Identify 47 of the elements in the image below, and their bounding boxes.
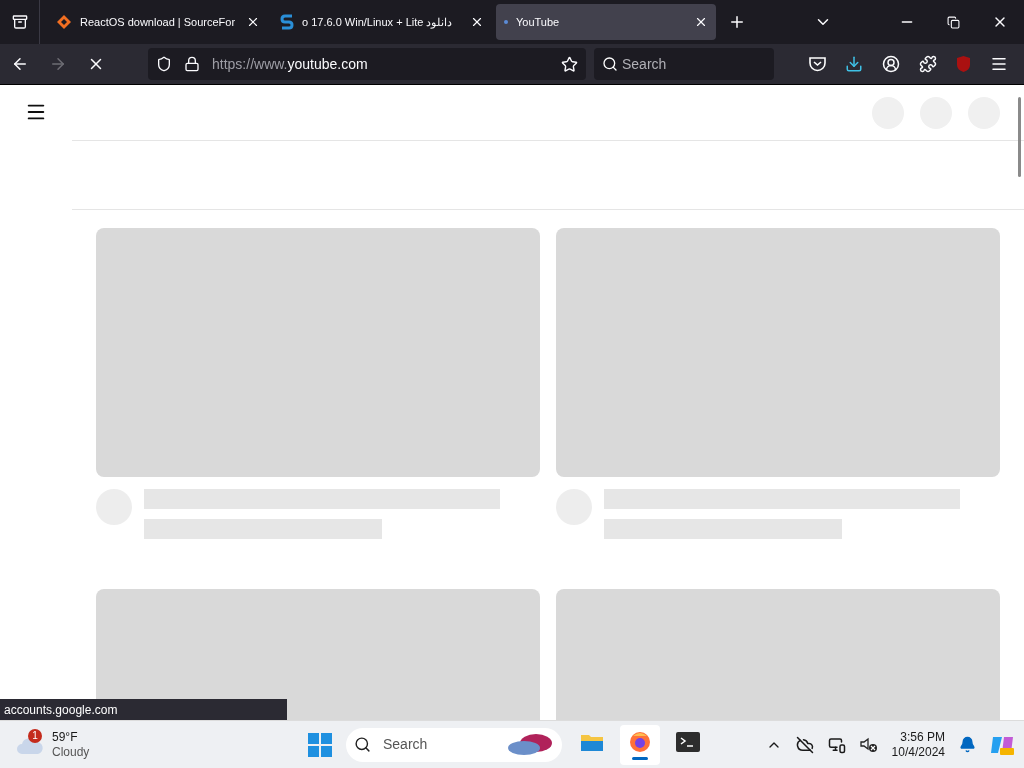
taskbar-search[interactable]: Search: [346, 727, 562, 762]
menu-icon[interactable]: [990, 55, 1008, 73]
notification-badge: 1: [28, 728, 42, 743]
new-tab-icon[interactable]: [728, 13, 746, 31]
browser-tab[interactable]: YouTube: [496, 4, 716, 40]
browser-tab[interactable]: ReactOS download | SourceFor: [48, 4, 268, 40]
search-icon: [354, 736, 371, 753]
terminal-icon: [676, 731, 700, 752]
forward-arrow-icon: [49, 55, 67, 73]
address-bar[interactable]: https://www.youtube.com: [148, 48, 586, 80]
weather-condition: Cloudy: [52, 744, 90, 760]
taskbar-app[interactable]: [620, 724, 660, 765]
search-icon: [602, 56, 618, 72]
restore-icon[interactable]: [947, 15, 960, 29]
tab-list-icon: [11, 14, 28, 30]
search-placeholder: Search: [622, 54, 667, 74]
search-field[interactable]: Search: [594, 48, 774, 80]
browser-tab[interactable]: o 17.6.0 Win/Linux + Lite دانلود: [272, 4, 492, 40]
diamond-icon: [56, 14, 72, 30]
tab-title: o 17.6.0 Win/Linux + Lite دانلود: [301, 14, 454, 31]
account-icon[interactable]: [882, 55, 900, 73]
devices-icon[interactable]: [827, 735, 846, 754]
browser-globe-icon: [628, 729, 652, 754]
swirl-icon: [506, 731, 554, 758]
download-icon[interactable]: [845, 55, 863, 73]
temperature: 59°F: [52, 729, 79, 745]
scrollbar-thumb[interactable]: [1018, 97, 1021, 177]
tab-title: ReactOS download | SourceFor: [79, 14, 237, 30]
star-icon[interactable]: [561, 55, 578, 73]
clock-date: 10/4/2024: [891, 744, 945, 760]
start-icon[interactable]: [308, 732, 332, 757]
letter-s-icon: [280, 14, 294, 30]
search-placeholder: Search: [383, 735, 429, 754]
pocket-icon[interactable]: [809, 56, 826, 72]
close-icon[interactable]: [694, 15, 708, 29]
speaker-muted-icon[interactable]: [859, 736, 878, 753]
close-icon[interactable]: [470, 15, 484, 29]
url-text: https://www.youtube.com: [212, 54, 369, 74]
status-url: accounts.google.com: [0, 699, 287, 720]
extensions-icon[interactable]: [919, 55, 937, 73]
bell-icon[interactable]: [959, 736, 976, 753]
shield-icon: [156, 56, 172, 72]
cloud-off-icon[interactable]: [795, 735, 814, 754]
close-icon[interactable]: [246, 15, 260, 29]
lock-icon: [184, 56, 200, 72]
clock-time: 3:56 PM: [900, 729, 945, 745]
tab-title: YouTube: [515, 14, 561, 30]
